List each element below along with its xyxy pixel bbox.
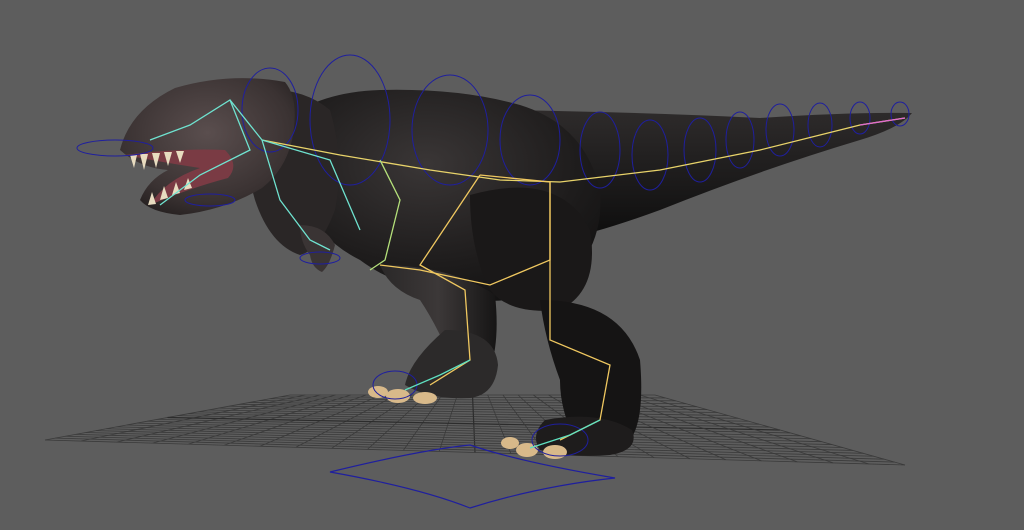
viewport-canvas[interactable] bbox=[0, 0, 1024, 530]
t-rex-model-icon[interactable] bbox=[120, 78, 912, 459]
left-leg-mesh[interactable] bbox=[405, 330, 498, 399]
ground-grid-icon bbox=[44, 394, 906, 466]
3d-viewport[interactable] bbox=[0, 0, 1024, 530]
grid-line bbox=[654, 394, 906, 466]
